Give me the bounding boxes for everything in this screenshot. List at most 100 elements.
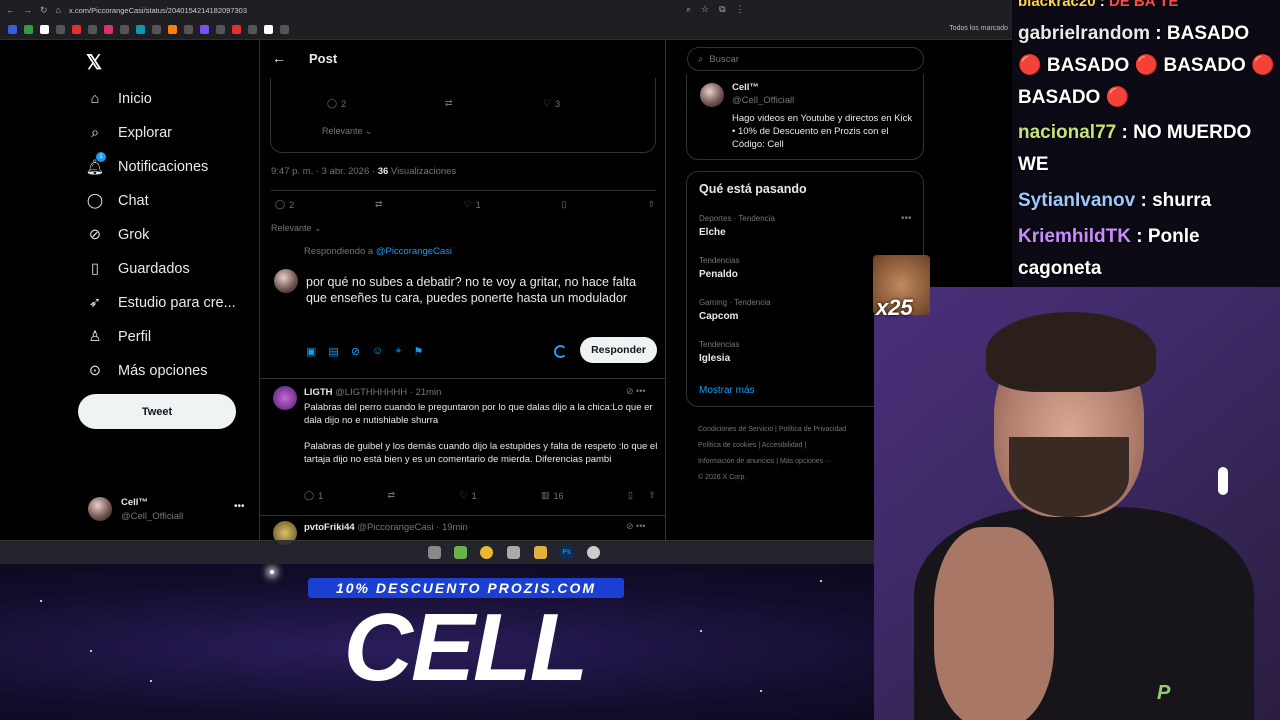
footer-link[interactable]: Más opciones ···: [780, 458, 832, 465]
tweet-author[interactable]: LIGTH: [304, 387, 333, 398]
app-icon[interactable]: [507, 546, 520, 559]
bookmark-icon[interactable]: [200, 25, 209, 34]
bookmark-icon[interactable]: [168, 25, 177, 34]
tweet-header: pvtoFriki44 @PiccorangeCasi · 19min: [304, 522, 468, 533]
bookmark-icon[interactable]: [104, 25, 113, 34]
forward-arrow-icon[interactable]: →: [23, 5, 32, 15]
bookmark-icon[interactable]: [40, 25, 49, 34]
like-action[interactable]: ♡ 3: [543, 98, 560, 109]
relevance-dropdown[interactable]: Relevante ⌄: [271, 223, 322, 234]
nav-item-more[interactable]: ⊙ Más opciones: [86, 362, 208, 380]
chat-user: nacional77: [1018, 122, 1117, 143]
views-label: Visualizaciones: [390, 166, 457, 177]
footer-link[interactable]: Política de Privacidad: [779, 426, 846, 433]
tweet-actions: ◯ 1 ⇄ ♡ 1 ▥ 16 ▯ ⇧: [304, 490, 656, 501]
account-switcher[interactable]: Cell™ @Cell_Officiall •••: [88, 495, 258, 535]
back-arrow-icon[interactable]: ←: [272, 50, 286, 66]
chrome-icon[interactable]: [480, 546, 493, 559]
back-arrow-icon[interactable]: ←: [6, 5, 15, 15]
trend-item[interactable]: Tendencias Iglesia: [699, 340, 739, 364]
trend-item[interactable]: Tendencias Penaldo: [699, 256, 739, 280]
more-icon[interactable]: •••: [901, 213, 912, 224]
divider: [271, 190, 656, 191]
bookmark-icon[interactable]: [120, 25, 129, 34]
show-more-link[interactable]: Mostrar más: [699, 385, 755, 396]
repost-action[interactable]: ⇄: [375, 199, 383, 210]
home-icon[interactable]: ⌂: [56, 5, 61, 15]
stream-chat: blackrac20 : DE BA TE gabrielrandom : BA…: [1013, 0, 1280, 290]
reply-action[interactable]: ◯ 1: [304, 490, 323, 501]
bookmark-icon[interactable]: [24, 25, 33, 34]
share-action[interactable]: ⇧: [647, 199, 655, 210]
tweet-button[interactable]: Tweet: [78, 394, 236, 429]
profile-card[interactable]: Cell™ @Cell_Officiall Hago videos en You…: [686, 74, 924, 160]
bookmark-icon[interactable]: [136, 25, 145, 34]
image-icon[interactable]: ▣: [306, 345, 316, 358]
replying-handle[interactable]: @PiccorangeCasi: [376, 246, 452, 257]
views-action[interactable]: ▥ 16: [541, 490, 564, 501]
reply-button[interactable]: Responder: [580, 337, 657, 363]
reload-icon[interactable]: ↻: [40, 5, 48, 16]
footer-link[interactable]: Condiciones de Servicio: [698, 426, 773, 433]
reply-input[interactable]: por qué no subes a debatir? no te voy a …: [306, 274, 656, 306]
bookmark-share-action[interactable]: ▯ ⇧: [628, 490, 656, 501]
trend-item[interactable]: Deportes · Tendencia Elche: [699, 214, 775, 238]
reply-count: 2: [341, 98, 347, 109]
footer-link[interactable]: Política de cookies: [698, 442, 756, 449]
reply-action[interactable]: ◯ 2: [327, 98, 445, 109]
app-icon[interactable]: [587, 546, 600, 559]
grok-more-icons[interactable]: ⊘ •••: [626, 386, 646, 397]
bookmark-icon[interactable]: [232, 25, 241, 34]
grok-icon[interactable]: ⊘: [351, 345, 360, 358]
bookmark-icon[interactable]: [264, 25, 273, 34]
app-icon[interactable]: [454, 546, 467, 559]
trend-item[interactable]: Gaming · Tendencia Capcom: [699, 298, 770, 322]
nav-item-chat[interactable]: ◯ Chat: [86, 192, 149, 210]
reply-action[interactable]: ◯ 2: [275, 199, 294, 210]
search-input[interactable]: ⌕ Buscar: [687, 47, 924, 71]
nav-item-explore[interactable]: ⌕ Explorar: [86, 124, 172, 142]
url-text[interactable]: x.com/PiccorangeCasi/status/204015421418…: [69, 6, 247, 15]
more-icon[interactable]: •••: [234, 501, 245, 512]
tweet-author[interactable]: pvtoFriki44: [304, 522, 355, 533]
nav-item-creator-studio[interactable]: ➶ Estudio para cre...: [86, 294, 236, 312]
relevance-dropdown[interactable]: Relevante ⌄: [322, 126, 373, 137]
nav-item-grok[interactable]: ⊘ Grok: [86, 226, 150, 244]
profile-bio: Hago videos en Youtube y directos en Kic…: [732, 113, 913, 150]
like-action[interactable]: ♡ 1: [459, 490, 476, 501]
nav-item-home[interactable]: ⌂ Inicio: [86, 90, 152, 108]
x-logo-icon[interactable]: 𝕏: [86, 50, 102, 75]
nav-item-bookmarks[interactable]: ▯ Guardados: [86, 260, 190, 278]
all-bookmarks-link[interactable]: Todos los marcado: [949, 25, 1008, 32]
repost-action[interactable]: ⇄: [445, 98, 543, 109]
list-item[interactable]: LIGTH @LIGTHHHHHH · 21min ⊘ ••• Palabras…: [260, 386, 665, 511]
footer-link[interactable]: Accesibilidad: [762, 442, 803, 449]
chat-line: nacional77 : NO MUERDO WE: [1018, 122, 1252, 175]
flag-icon[interactable]: ⚑: [413, 345, 423, 358]
app-icon[interactable]: [428, 546, 441, 559]
folder-icon[interactable]: [534, 546, 547, 559]
repost-action[interactable]: ⇄: [388, 490, 396, 501]
location-icon[interactable]: ⌖: [395, 345, 401, 358]
emoji-icon[interactable]: ☺: [372, 345, 383, 358]
bookmark-icon[interactable]: [88, 25, 97, 34]
account-name: Cell™: [121, 497, 148, 508]
nav-item-profile[interactable]: ♙ Perfil: [86, 328, 152, 346]
bookmark-icon[interactable]: [184, 25, 193, 34]
bookmark-icon[interactable]: [248, 25, 257, 34]
bookmark-icon[interactable]: [56, 25, 65, 34]
gif-icon[interactable]: ▤: [328, 345, 338, 358]
photoshop-icon[interactable]: Ps: [560, 546, 573, 559]
like-action[interactable]: ♡ 1: [464, 199, 481, 210]
bookmark-action[interactable]: ▯: [562, 199, 567, 210]
grok-more-icons[interactable]: ⊘ •••: [626, 521, 646, 532]
bookmark-icon[interactable]: [280, 25, 289, 34]
footer-link[interactable]: Información de anuncios: [698, 458, 774, 465]
bookmark-icon[interactable]: [152, 25, 161, 34]
relevance-label: Relevante: [271, 223, 312, 233]
trend-category: Tendencias: [699, 340, 740, 349]
quoted-card[interactable]: ◯ 2 ⇄ ♡ 3 Relevante ⌄: [270, 78, 656, 153]
bookmark-icon[interactable]: [72, 25, 81, 34]
bookmark-icon[interactable]: [8, 25, 17, 34]
bookmark-icon[interactable]: [216, 25, 225, 34]
